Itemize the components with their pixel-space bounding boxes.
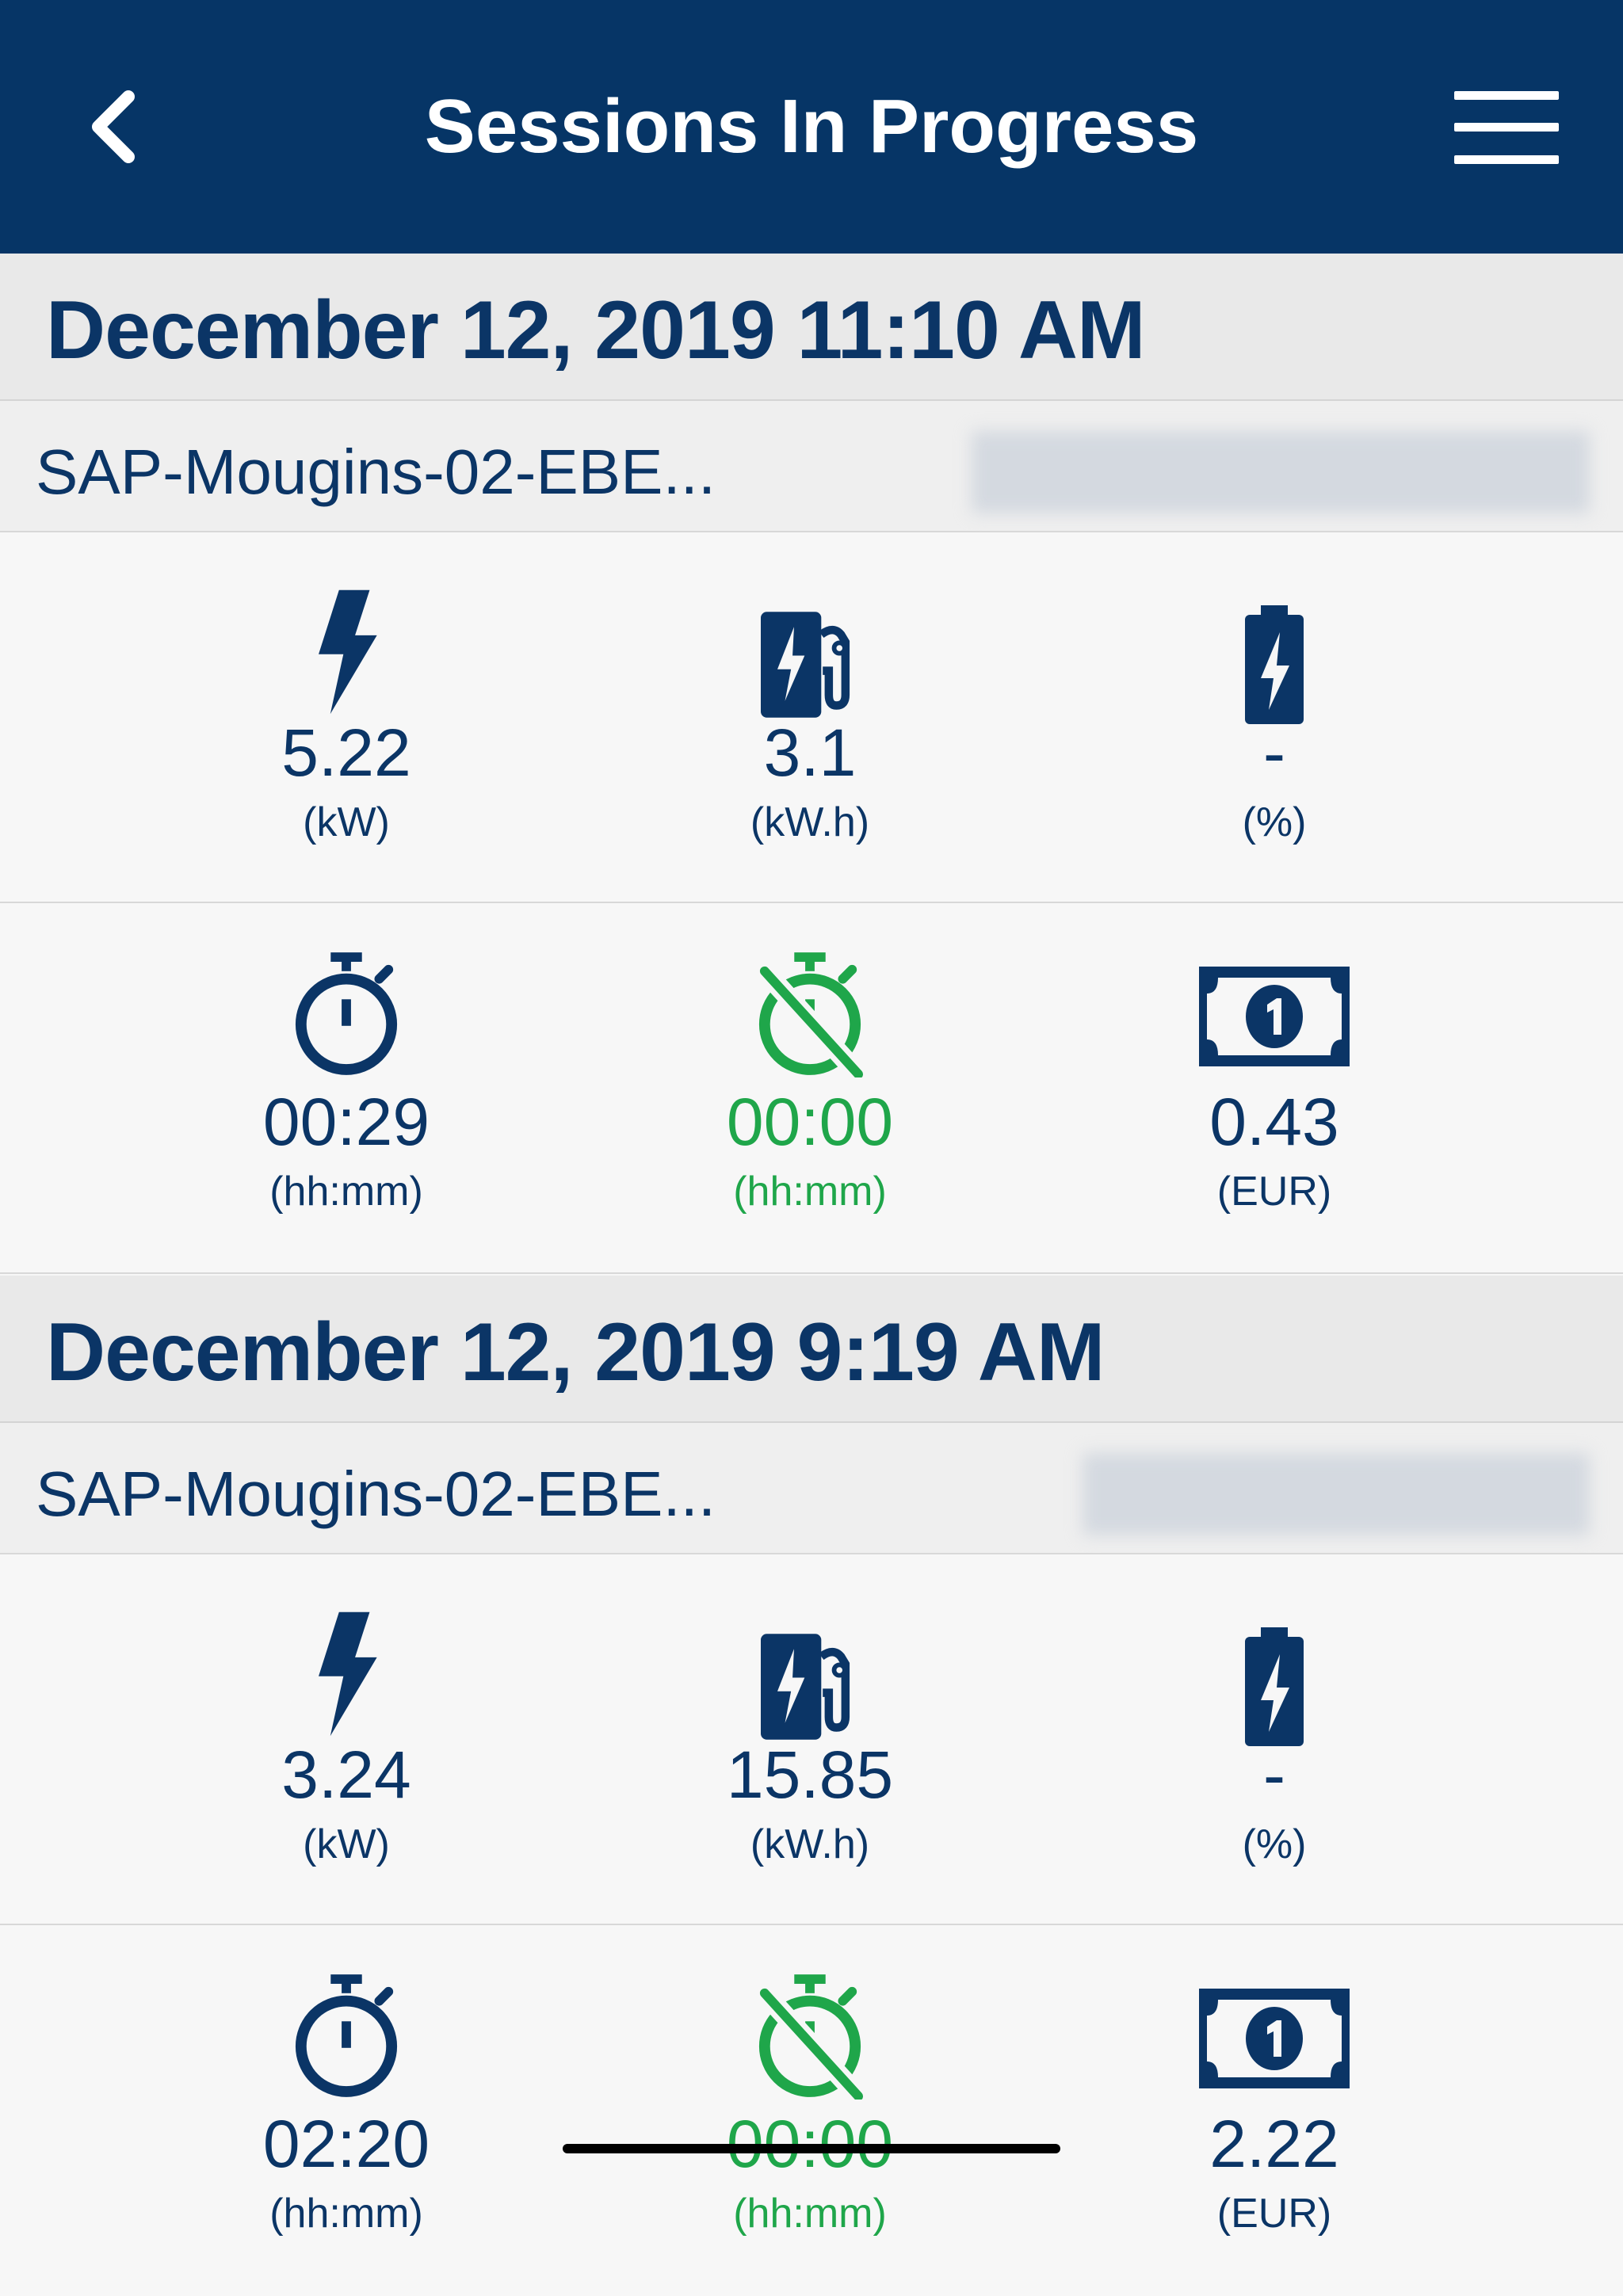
station-name: SAP-Mougins-02-EBE... — [36, 437, 716, 507]
metrics-row: 5.22 (kW) 3.1 (kW.h) - (%) — [0, 532, 1623, 903]
page-title: Sessions In Progress — [424, 84, 1199, 169]
energy-unit: (kW.h) — [750, 799, 870, 845]
power-unit: (kW) — [303, 1821, 390, 1867]
idle-time-unit: (hh:mm) — [733, 2191, 887, 2237]
banknote-icon — [1199, 1989, 1350, 2088]
session-date: December 12, 2019 9:19 AM — [46, 1306, 1105, 1398]
station-name: SAP-Mougins-02-EBE... — [36, 1459, 716, 1529]
session-card[interactable]: December 12, 2019 11:10 AM SAP-Mougins-0… — [0, 254, 1623, 1276]
duration-value: 02:20 — [262, 2107, 430, 2181]
stopwatch-icon — [292, 952, 401, 1077]
charging-station-icon — [761, 1634, 859, 1740]
idle-time-value: 00:00 — [726, 1085, 894, 1159]
lightning-bolt-icon — [310, 1611, 383, 1737]
battery-value: - — [1263, 715, 1285, 790]
power-value: 5.22 — [281, 715, 411, 790]
power-unit: (kW) — [303, 799, 390, 845]
energy-value: 3.1 — [763, 715, 857, 790]
energy-value: 15.85 — [726, 1737, 894, 1812]
hamburger-menu-icon — [1454, 91, 1559, 100]
station-row: SAP-Mougins-02-EBE... — [0, 401, 1623, 532]
session-date-row: December 12, 2019 9:19 AM — [0, 1276, 1623, 1423]
session-card[interactable]: December 12, 2019 9:19 AM SAP-Mougins-02… — [0, 1276, 1623, 2296]
stopwatch-off-icon — [755, 1974, 865, 2100]
duration-unit: (hh:mm) — [269, 1169, 423, 1215]
battery-unit: (%) — [1242, 1821, 1307, 1867]
app-header: Sessions In Progress — [0, 0, 1623, 254]
battery-charging-icon — [1245, 1627, 1304, 1746]
duration-unit: (hh:mm) — [269, 2191, 423, 2237]
session-date: December 12, 2019 11:10 AM — [46, 284, 1146, 376]
stopwatch-icon — [292, 1974, 401, 2100]
banknote-icon — [1199, 967, 1350, 1066]
menu-button[interactable] — [1454, 91, 1559, 164]
idle-time-unit: (hh:mm) — [733, 1169, 887, 1215]
cost-value: 0.43 — [1209, 1085, 1339, 1159]
cost-value: 2.22 — [1209, 2107, 1339, 2181]
energy-unit: (kW.h) — [750, 1821, 870, 1867]
battery-unit: (%) — [1242, 799, 1307, 845]
battery-value: - — [1263, 1737, 1285, 1812]
cost-unit: (EUR) — [1216, 2191, 1332, 2237]
metrics-row: 00:29 (hh:mm) 00:00 (hh:mm) 0.43 (EUR) — [0, 903, 1623, 1274]
lightning-bolt-icon — [310, 589, 383, 715]
battery-charging-icon — [1245, 605, 1304, 724]
home-indicator[interactable] — [563, 2144, 1060, 2153]
redacted-field — [1083, 1453, 1590, 1535]
stopwatch-off-icon — [755, 952, 865, 1077]
power-value: 3.24 — [281, 1737, 411, 1812]
session-date-row: December 12, 2019 11:10 AM — [0, 254, 1623, 401]
metrics-row: 3.24 (kW) 15.85 (kW.h) - (%) — [0, 1554, 1623, 1925]
redacted-field — [972, 431, 1590, 513]
metrics-row: 02:20 (hh:mm) 00:00 (hh:mm) 2.22 (EUR) — [0, 1925, 1623, 2296]
charging-station-icon — [761, 612, 859, 718]
station-row: SAP-Mougins-02-EBE... — [0, 1423, 1623, 1554]
cost-unit: (EUR) — [1216, 1169, 1332, 1215]
duration-value: 00:29 — [262, 1085, 430, 1159]
